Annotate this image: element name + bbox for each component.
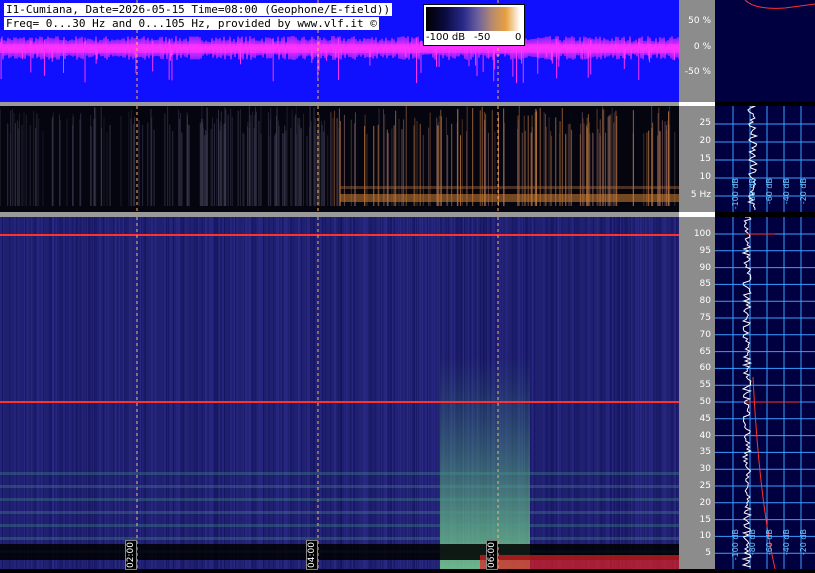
waveform-tick-minus50: -50 % [684,67,711,77]
hf-background [0,217,679,569]
hf-side-label-40: -40 dB [782,529,791,556]
hf-tick-30: 30 [699,464,711,475]
hf-tick-60: 60 [699,363,711,374]
hf-tick-25: 25 [699,481,711,491]
lf-side-label-20: -20 dB [799,178,808,205]
hf-tick-35: 35 [699,447,711,458]
low-frequency-side-spectrum: -100 dB -80 dB -60 dB -40 dB -20 dB [715,105,815,212]
hf-harmonic-band [0,537,679,540]
lf-band-2 [340,186,679,189]
hf-tick-70: 70 [699,329,711,340]
lf-tick-25: 25 [699,118,711,128]
high-frequency-image [0,217,679,569]
low-frequency-image [0,106,679,212]
lf-tick-5: 5 Hz [690,190,711,200]
low-frequency-spectrogram [0,106,679,212]
hf-side-label-80: -80 dB [748,529,757,556]
hf-harmonic-band [0,524,679,527]
station-title: I1-Cumiana, Date=2026-05-15 Time=08:00 (… [4,3,393,16]
hf-bottom-red [480,555,679,569]
colorbar-min-label: -100 dB [426,32,466,43]
lf-side-label-100: -100 dB [731,178,740,210]
high-frequency-side-spectrum: -100 dB -80 dB -60 dB -40 dB -20 dB [715,216,815,570]
low-frequency-axis: 25 20 15 10 5 Hz [679,106,715,212]
high-frequency-axis: 100 95 90 85 80 75 70 65 60 55 50 45 40 35 30 25 20 15 10 5 [679,217,715,569]
waveform-panel: I1-Cumiana, Date=2026-05-15 Time=08:00 (… [0,0,679,102]
lf-tick-20: 20 [699,136,711,146]
hf-side-label-100: -100 dB [731,529,740,561]
hf-harmonic-band [0,472,679,475]
high-frequency-spectrogram [0,217,679,569]
hf-tick-75: 75 [699,313,711,323]
hf-side-label-60: -60 dB [765,529,774,556]
colorbar-legend: -100 dB -50 0 [423,4,525,46]
hf-tick-65: 65 [699,346,711,357]
hf-tick-40: 40 [699,430,711,441]
hf-tick-45: 45 [699,413,711,424]
lf-tick-10: 10 [699,172,711,182]
waveform-tick-50: 50 % [688,16,711,26]
top-right-panel [715,0,815,102]
hf-side-label-20: -20 dB [799,529,808,556]
hf-tick-95: 95 [699,245,711,256]
spectrogram-viewer: I1-Cumiana, Date=2026-05-15 Time=08:00 (… [0,0,815,570]
colorbar-mid-label: -50 [474,32,491,43]
lf-side-label-60: -60 dB [765,178,774,205]
hf-tick-15: 15 [699,514,711,525]
lf-side-label-80: -80 dB [748,178,757,205]
waveform-band [0,44,679,53]
lf-band [340,194,679,202]
frequency-info: Freq= 0...30 Hz and 0...105 Hz, provided… [4,17,379,30]
time-marker-0600: 06:00 [486,540,498,570]
hf-tick-80: 80 [699,296,711,307]
lf-side-label-40: -40 dB [782,178,791,205]
hf-harmonic-band [0,511,679,514]
hf-tick-50: 50 [699,397,711,407]
time-marker-0400: 04:00 [306,540,318,570]
hf-tick-20: 20 [699,497,711,508]
hf-harmonic-band [0,498,679,501]
hf-tick-5: 5 [705,548,711,559]
colorbar-gradient [426,7,520,31]
time-marker-0200: 02:00 [125,540,137,570]
hf-harmonic-band [0,485,679,488]
hf-tick-55: 55 [699,380,711,391]
waveform-axis: 50 % 0 % -50 % [679,0,715,102]
colorbar-max-label: 0 [515,32,522,43]
lf-tick-15: 15 [699,154,711,164]
top-right-curve [744,0,815,9]
hf-tick-85: 85 [699,279,711,290]
hf-tick-10: 10 [699,531,711,542]
waveform-tick-0: 0 % [693,42,711,52]
hf-tick-100: 100 [693,229,711,239]
hf-tick-90: 90 [699,262,711,273]
hf-side-plot [715,216,815,570]
